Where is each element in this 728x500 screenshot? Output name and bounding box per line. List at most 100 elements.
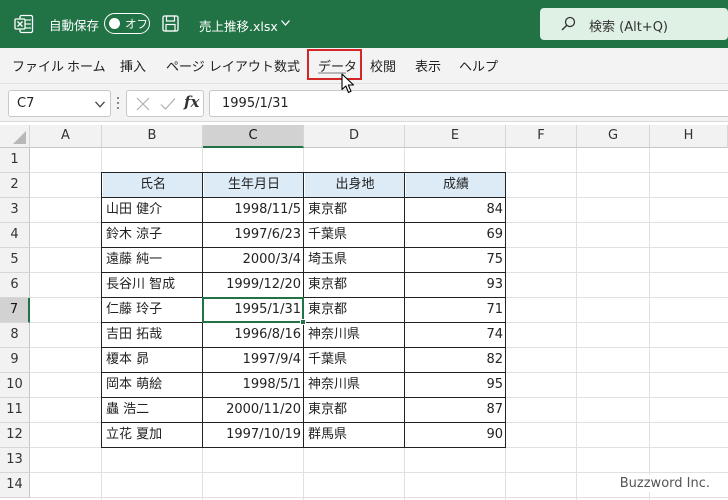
table-cell[interactable]: 神奈川県 xyxy=(305,373,405,398)
watermark: Buzzword Inc. xyxy=(617,475,712,492)
autosave-toggle[interactable]: オフ xyxy=(104,13,150,34)
chevron-down-icon[interactable] xyxy=(281,20,290,26)
row-header-2[interactable]: 2 xyxy=(0,173,30,198)
tab-file[interactable]: ファイル xyxy=(12,56,64,75)
table-cell[interactable]: 82 xyxy=(406,348,506,373)
fill-handle[interactable] xyxy=(300,319,306,325)
column-header-c[interactable]: C xyxy=(203,125,304,148)
save-icon[interactable] xyxy=(162,15,179,32)
tab-help[interactable]: ヘルプ xyxy=(459,56,498,75)
select-all-button[interactable] xyxy=(0,125,30,148)
row-header-8[interactable]: 8 xyxy=(0,323,30,348)
table-cell[interactable]: 1998/5/1 xyxy=(204,373,304,398)
table-header-cell[interactable]: 成績 xyxy=(406,173,506,198)
table-cell[interactable]: 1998/11/5 xyxy=(204,198,304,223)
table-cell[interactable]: 鈴木 涼子 xyxy=(103,223,203,248)
formula-bar: C7 fx 1995/1/31 xyxy=(0,84,728,122)
row-header-3[interactable]: 3 xyxy=(0,198,30,223)
formula-tools: fx xyxy=(126,90,204,117)
search-icon xyxy=(561,16,576,31)
row-header-13[interactable]: 13 xyxy=(0,448,30,473)
column-header-b[interactable]: B xyxy=(102,125,203,148)
tab-review[interactable]: 校閲 xyxy=(370,56,396,75)
table-cell[interactable]: 1997/6/23 xyxy=(204,223,304,248)
table-cell[interactable]: 74 xyxy=(406,323,506,348)
formula-input[interactable]: 1995/1/31 xyxy=(209,90,728,117)
table-cell[interactable]: 群馬県 xyxy=(305,423,405,448)
table-cell[interactable]: 2000/11/20 xyxy=(204,398,304,423)
column-header-a[interactable]: A xyxy=(30,125,102,148)
table-cell[interactable]: 84 xyxy=(406,198,506,223)
table-cell[interactable]: 1997/9/4 xyxy=(204,348,304,373)
name-box[interactable]: C7 xyxy=(8,90,111,117)
tab-home[interactable]: ホーム xyxy=(67,56,106,75)
chevron-down-icon[interactable] xyxy=(95,101,105,108)
table-cell[interactable]: 千葉県 xyxy=(305,348,405,373)
tab-page-layout[interactable]: ページ レイアウト xyxy=(166,56,274,75)
table-header-cell[interactable]: 出身地 xyxy=(305,173,405,198)
table-cell[interactable]: 93 xyxy=(406,273,506,298)
column-header-h[interactable]: H xyxy=(650,125,728,148)
table-cell[interactable]: 90 xyxy=(406,423,506,448)
table-cell[interactable]: 1999/12/20 xyxy=(204,273,304,298)
ribbon-menu: ファイル ホーム 挿入 ページ レイアウト 数式 データ 校閲 表示 ヘルプ xyxy=(0,48,728,84)
name-box-value: C7 xyxy=(17,96,35,111)
table-cell[interactable]: 岡本 萌絵 xyxy=(103,373,203,398)
table-cell[interactable]: 69 xyxy=(406,223,506,248)
table-cell[interactable]: 東京都 xyxy=(305,273,405,298)
tab-formulas[interactable]: 数式 xyxy=(274,56,300,75)
table-cell[interactable]: 75 xyxy=(406,248,506,273)
insert-function-icon[interactable]: fx xyxy=(184,93,199,111)
row-header-14[interactable]: 14 xyxy=(0,473,30,498)
table-cell[interactable]: 埼玉県 xyxy=(305,248,405,273)
cancel-icon[interactable] xyxy=(136,97,150,111)
row-header-11[interactable]: 11 xyxy=(0,398,30,423)
column-header-d[interactable]: D xyxy=(304,125,405,148)
autosave-state: オフ xyxy=(125,17,148,31)
row-header-9[interactable]: 9 xyxy=(0,348,30,373)
table-cell[interactable]: 千葉県 xyxy=(305,223,405,248)
mouse-cursor-icon xyxy=(341,73,355,94)
column-header-f[interactable]: F xyxy=(506,125,577,148)
row-header-7[interactable]: 7 xyxy=(0,298,30,323)
table-cell[interactable]: 87 xyxy=(406,398,506,423)
table-cell[interactable]: 95 xyxy=(406,373,506,398)
toggle-knob xyxy=(109,17,120,29)
row-header-5[interactable]: 5 xyxy=(0,248,30,273)
row-header-12[interactable]: 12 xyxy=(0,423,30,448)
formula-value: 1995/1/31 xyxy=(222,96,289,111)
table-cell[interactable]: 蟲 浩二 xyxy=(103,398,203,423)
tab-view[interactable]: 表示 xyxy=(415,56,441,75)
autosave-label: 自動保存 xyxy=(49,18,100,33)
row-header-6[interactable]: 6 xyxy=(0,273,30,298)
table-header-cell[interactable]: 氏名 xyxy=(103,173,203,198)
column-header-e[interactable]: E xyxy=(405,125,506,148)
table-cell[interactable]: 1997/10/19 xyxy=(204,423,304,448)
column-header-g[interactable]: G xyxy=(577,125,650,148)
file-name[interactable]: 売上推移.xlsx xyxy=(199,16,278,35)
row-header-4[interactable]: 4 xyxy=(0,223,30,248)
table-cell[interactable]: 立花 夏加 xyxy=(103,423,203,448)
search-box[interactable]: 検索 (Alt+Q) xyxy=(540,8,728,40)
table-cell[interactable]: 東京都 xyxy=(305,298,405,323)
row-header-1[interactable]: 1 xyxy=(0,148,30,173)
tab-insert[interactable]: 挿入 xyxy=(120,56,146,75)
table-cell[interactable]: 山田 健介 xyxy=(103,198,203,223)
table-cell[interactable]: 71 xyxy=(406,298,506,323)
check-icon[interactable] xyxy=(160,97,176,111)
table-cell[interactable]: 東京都 xyxy=(305,398,405,423)
table-cell[interactable]: 神奈川県 xyxy=(305,323,405,348)
row-header-10[interactable]: 10 xyxy=(0,373,30,398)
table-cell[interactable]: 遠藤 純一 xyxy=(103,248,203,273)
more-options-icon[interactable] xyxy=(116,94,120,112)
table-cell[interactable]: 榎本 昴 xyxy=(103,348,203,373)
title-bar: 自動保存 オフ 売上推移.xlsx 検索 (Alt+Q) xyxy=(0,0,728,48)
table-cell[interactable]: 2000/3/4 xyxy=(204,248,304,273)
active-cell-selection[interactable] xyxy=(202,297,304,323)
table-header-cell[interactable]: 生年月日 xyxy=(204,173,304,198)
table-cell[interactable]: 1996/8/16 xyxy=(204,323,304,348)
table-cell[interactable]: 仁藤 玲子 xyxy=(103,298,203,323)
table-cell[interactable]: 東京都 xyxy=(305,198,405,223)
table-cell[interactable]: 長谷川 智成 xyxy=(103,273,203,298)
table-cell[interactable]: 吉田 拓哉 xyxy=(103,323,203,348)
